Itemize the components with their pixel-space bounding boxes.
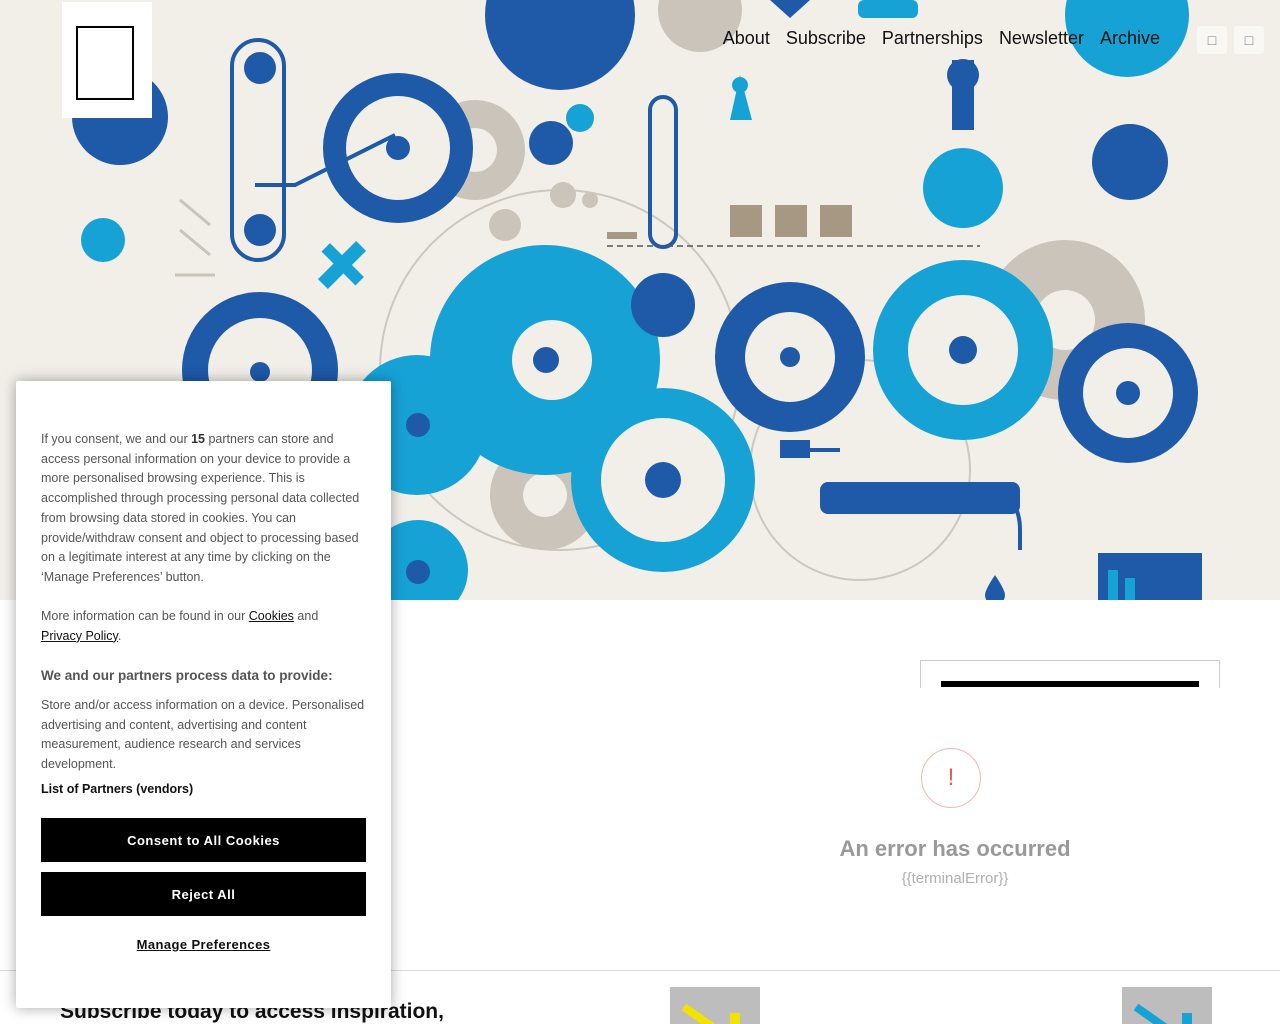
nav-archive[interactable]: Archive (1100, 28, 1160, 49)
error-subtitle: {{terminalError}} (901, 870, 1009, 887)
main-nav: About Subscribe Partnerships Newsletter … (723, 28, 1160, 49)
thumbnail-shape (681, 1003, 720, 1024)
consent-intro: If you consent, we and our 15 partners c… (41, 432, 360, 584)
partner-count: 15 (191, 432, 205, 446)
error-title: An error has occurred (839, 836, 1071, 861)
ad-loading-bar (941, 681, 1199, 687)
thumbnail-shape (1182, 1013, 1192, 1024)
consent-all-button[interactable]: Consent to All Cookies (41, 818, 366, 862)
magazine-thumbnail[interactable] (670, 987, 760, 1024)
nav-about[interactable]: About (723, 28, 770, 49)
privacy-policy-link[interactable]: Privacy Policy (41, 629, 118, 643)
user-icon[interactable]: □ (1234, 26, 1264, 54)
purposes-text: Store and/or access information on a dev… (41, 698, 365, 772)
nav-subscribe[interactable]: Subscribe (786, 28, 866, 49)
nav-newsletter[interactable]: Newsletter (999, 28, 1084, 49)
consent-more-info: More information can be found in our Coo… (41, 609, 319, 643)
magazine-thumbnail[interactable] (1122, 987, 1212, 1024)
logo-mark (76, 26, 134, 100)
site-logo[interactable] (62, 2, 152, 118)
nav-partnerships[interactable]: Partnerships (882, 28, 983, 49)
error-icon: ! (921, 748, 981, 808)
cookies-link[interactable]: Cookies (249, 609, 294, 623)
purposes-heading: We and our partners process data to prov… (41, 668, 333, 683)
search-icon[interactable]: □ (1197, 26, 1227, 54)
partners-list-link[interactable]: List of Partners (vendors) (41, 782, 193, 796)
thumbnail-shape (730, 1013, 740, 1024)
thumbnail-shape (1133, 1003, 1172, 1024)
ad-slot (920, 660, 1220, 688)
reject-all-button[interactable]: Reject All (41, 872, 366, 916)
manage-preferences-button[interactable]: Manage Preferences (41, 937, 366, 952)
cookie-consent-dialog: If you consent, we and our 15 partners c… (16, 381, 391, 1008)
